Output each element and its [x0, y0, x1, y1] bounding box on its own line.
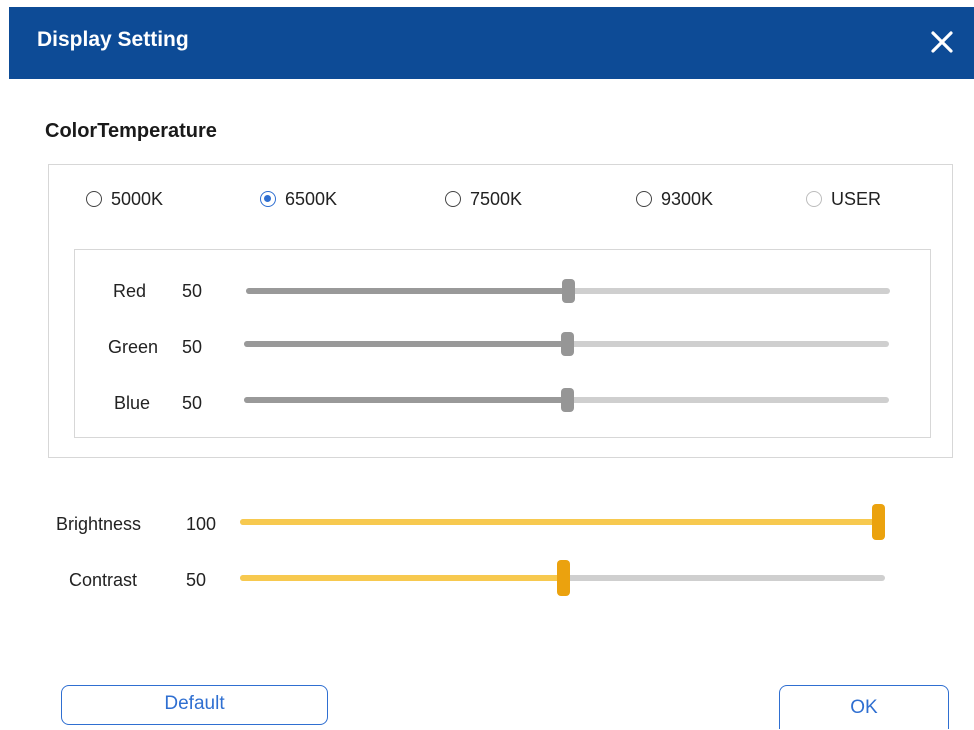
brightness-slider-thumb[interactable]	[872, 504, 885, 540]
green-slider-thumb[interactable]	[560, 332, 574, 356]
default-button[interactable]: Default	[61, 685, 328, 725]
radio-7500k[interactable]: 7500K	[445, 186, 522, 212]
red-value: 50	[182, 281, 203, 301]
close-icon	[931, 31, 953, 53]
radio-6500k[interactable]: 6500K	[260, 186, 337, 212]
blue-slider-fill	[244, 397, 567, 403]
red-slider[interactable]	[246, 279, 890, 303]
green-slider-fill	[244, 341, 567, 347]
brightness-slider[interactable]	[240, 504, 885, 540]
blue-slider[interactable]	[244, 388, 889, 412]
radio-label: 7500K	[470, 188, 523, 209]
radio-circle	[445, 191, 461, 207]
brightness-value: 100	[186, 514, 217, 534]
blue-label: Blue	[113, 393, 150, 413]
radio-label: 9300K	[661, 188, 714, 209]
brightness-slider-fill	[240, 519, 878, 525]
color-temperature-label: ColorTemperature	[45, 120, 217, 142]
radio-label: 6500K	[285, 188, 338, 209]
contrast-value: 50	[186, 570, 207, 590]
red-label: Red	[112, 281, 146, 301]
window-title: Display Setting	[37, 28, 189, 51]
contrast-slider[interactable]	[240, 560, 885, 596]
contrast-slider-thumb[interactable]	[556, 560, 570, 596]
blue-slider-thumb[interactable]	[560, 388, 574, 412]
contrast-slider-fill	[240, 575, 563, 581]
radio-9300k[interactable]: 9300K	[636, 186, 713, 212]
brightness-label: Brightness	[56, 514, 142, 534]
green-value: 50	[182, 337, 203, 357]
radio-circle-checked	[260, 191, 276, 207]
red-slider-thumb[interactable]	[562, 279, 575, 303]
contrast-label: Contrast	[69, 570, 138, 590]
title-bar: Display Setting	[9, 7, 974, 79]
radio-circle-disabled	[806, 191, 822, 207]
radio-label: USER	[831, 188, 882, 209]
close-button[interactable]	[924, 24, 960, 60]
green-slider[interactable]	[244, 332, 889, 356]
ok-button[interactable]: OK	[779, 685, 949, 729]
red-slider-fill	[246, 288, 568, 294]
blue-value: 50	[182, 393, 203, 413]
radio-circle	[86, 191, 102, 207]
radio-5000k[interactable]: 5000K	[86, 186, 163, 212]
radio-circle	[636, 191, 652, 207]
radio-user[interactable]: USER	[806, 186, 881, 212]
radio-label: 5000K	[111, 188, 164, 209]
green-label: Green	[107, 337, 158, 357]
